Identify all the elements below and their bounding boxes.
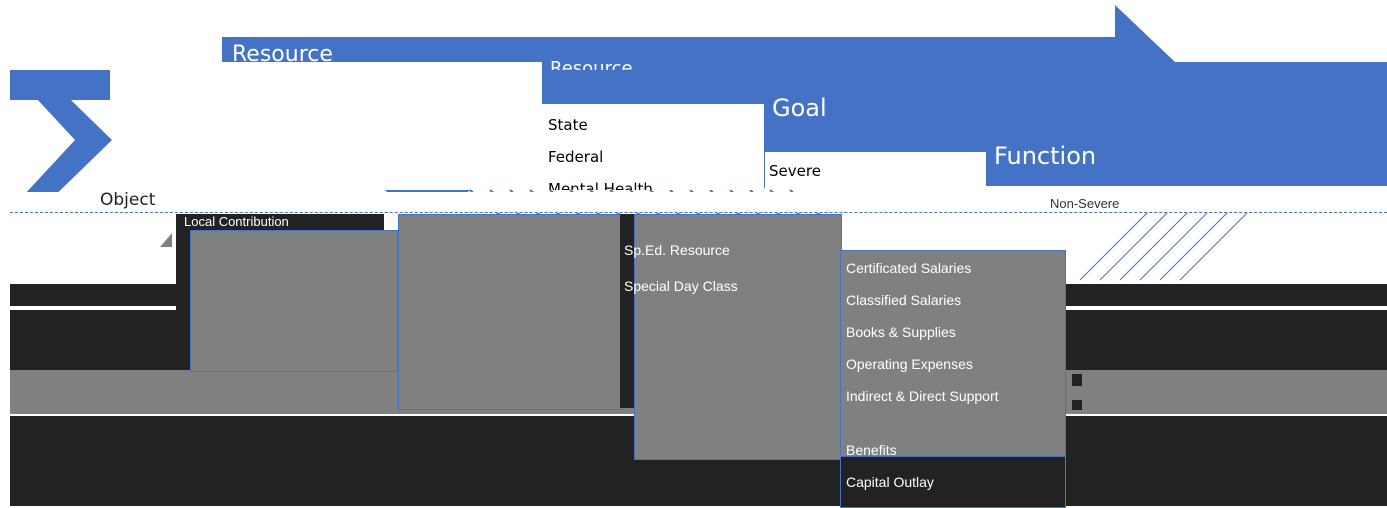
object-item-special-day-class: Special Day Class — [624, 278, 738, 294]
resource-item-state: State — [548, 116, 588, 134]
resource-list: State Federal Mental Health — [542, 104, 764, 190]
function-item-indirect-direct-support: Indirect & Direct Support — [846, 388, 999, 404]
top-arrow-head — [1115, 5, 1175, 62]
function-title: Function — [994, 142, 1097, 170]
resource-item-mental-health: Mental Health — [548, 180, 653, 190]
goal-item-severe: Severe — [769, 162, 821, 180]
object-title: Object — [100, 190, 156, 210]
resource-banner — [222, 37, 1115, 62]
object-item-local-contribution: Local Contribution — [184, 214, 384, 230]
function-list — [840, 250, 1066, 458]
function-item-capital-outlay: Capital Outlay — [846, 474, 934, 490]
object-col-2 — [398, 214, 622, 410]
marker-2 — [1072, 400, 1082, 410]
resource-banner-title: Resource — [232, 44, 333, 62]
resource-item-federal: Federal — [548, 148, 604, 166]
function-item-books-supplies: Books & Supplies — [846, 324, 956, 340]
object-item-sped-resource: Sp.Ed. Resource — [624, 242, 730, 258]
small-triangle — [160, 233, 172, 247]
resource-header-title: Resource — [550, 60, 633, 70]
object-col-1-frame — [176, 214, 190, 370]
object-header-strip — [10, 192, 1387, 213]
object-col-1 — [190, 230, 398, 372]
function-item-benefits: Benefits — [846, 442, 897, 458]
function-item-certificated-salaries: Certificated Salaries — [846, 260, 972, 276]
goal-list: Severe — [764, 152, 987, 188]
function-item-classified-salaries: Classified Salaries — [846, 292, 962, 308]
goal-item-non-severe: Non-Severe — [1050, 196, 1120, 211]
goal-title: Goal — [772, 94, 827, 122]
marker-1 — [1072, 374, 1082, 386]
function-item-operating-expenses: Operating Expenses — [846, 356, 973, 372]
left-chevron-top-bar — [10, 70, 110, 100]
